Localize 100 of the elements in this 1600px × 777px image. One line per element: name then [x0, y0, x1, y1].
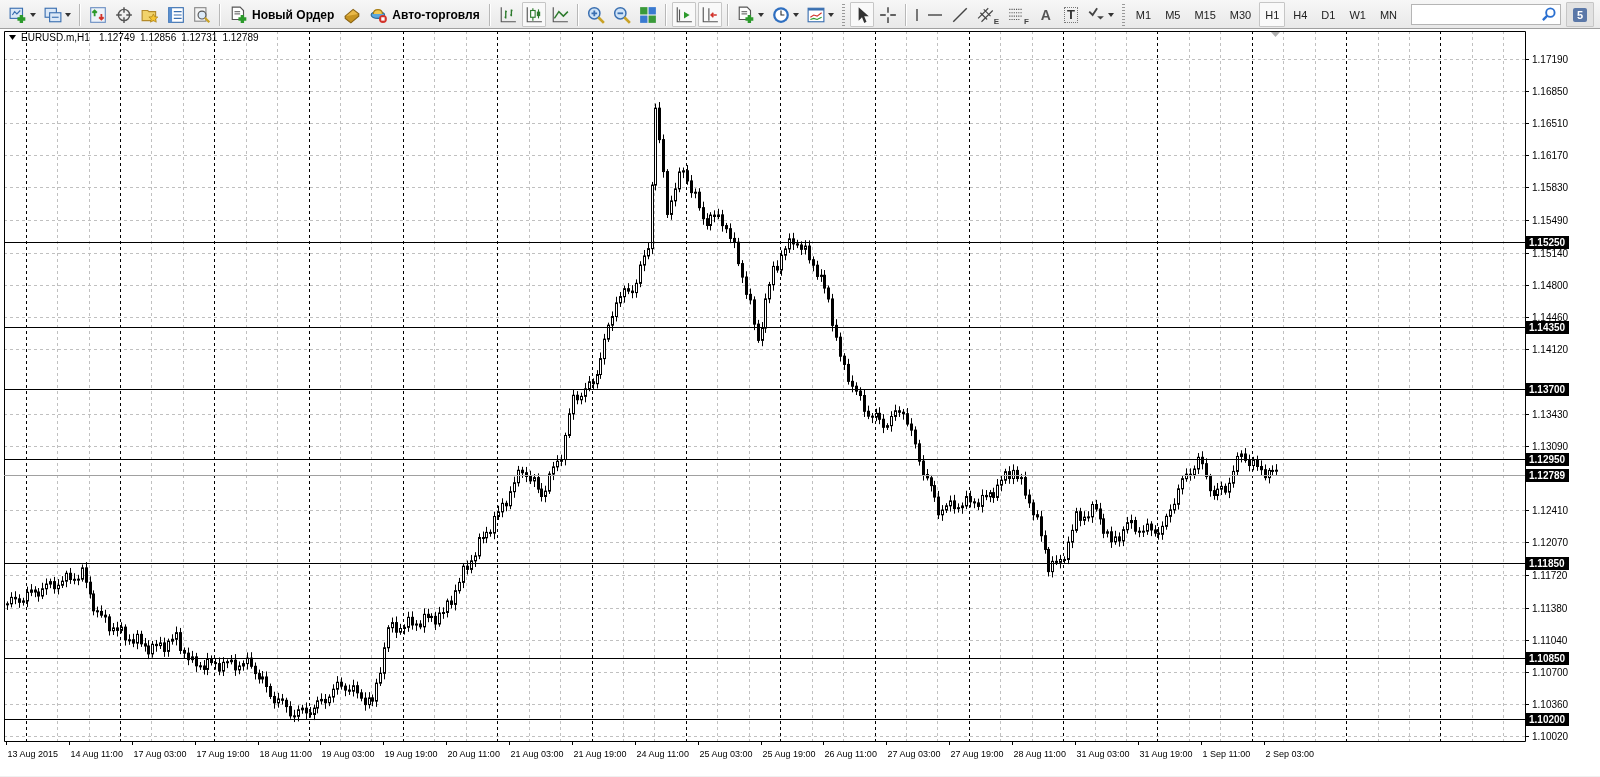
time-tick-label: 21 Aug 19:00 [573, 749, 627, 759]
tick-mark [1524, 510, 1530, 511]
time-tick-label: 2 Sep 03:00 [1265, 749, 1315, 759]
arrows-icon [89, 5, 107, 24]
caret-icon [30, 12, 36, 17]
tick-mark [1524, 220, 1530, 221]
tick-mark [1524, 285, 1530, 286]
quote-value: 1.12789 [222, 32, 259, 43]
tick-mark [1524, 575, 1530, 576]
tick-mark [1524, 640, 1530, 641]
toolbar-button[interactable] [849, 2, 874, 27]
list-window-icon [167, 5, 185, 24]
tick-mark [1524, 317, 1530, 318]
time-tick-label: 17 Aug 19:00 [196, 749, 250, 759]
price-label: 1.12789 [1526, 469, 1569, 482]
price-tick-label: 1.17190 [1532, 54, 1569, 65]
tick-mark [6, 740, 7, 746]
search-field[interactable] [1411, 4, 1561, 25]
toolbar-button[interactable]: Новый Ордер [226, 2, 339, 27]
time-tick-label: 24 Aug 11:00 [636, 749, 689, 759]
time-tick-label: 28 Aug 11:00 [1013, 749, 1066, 759]
chat-button[interactable]: 5 [1566, 2, 1594, 27]
price-tick-label: 1.12070 [1532, 537, 1569, 548]
tick-mark [1012, 740, 1013, 746]
price-tick-label: 1.13430 [1532, 409, 1569, 420]
toolbar-grip[interactable] [1121, 3, 1125, 26]
tick-mark [1524, 608, 1530, 609]
time-tick-label: 13 Aug 2015 [7, 749, 59, 759]
caret-icon [757, 12, 764, 17]
timeframe-tab[interactable]: H4 [1287, 2, 1314, 27]
timeframe-tab[interactable]: M15 [1188, 2, 1222, 27]
toolbar-button[interactable]: A [1033, 2, 1058, 27]
tick-mark [949, 740, 950, 746]
timeframe-tab[interactable]: M30 [1223, 2, 1258, 27]
price-tick-label: 1.10020 [1532, 731, 1569, 742]
dropdown-triangle-icon[interactable] [9, 35, 16, 40]
tick-mark [1524, 704, 1530, 705]
trend-line-icon [950, 5, 969, 24]
time-tick-label: 14 Aug 11:00 [70, 749, 123, 759]
windows-icon [44, 5, 62, 24]
line-chart-icon [550, 5, 569, 24]
tick-mark [1524, 446, 1530, 447]
bar-chart-icon [498, 5, 517, 24]
tick-mark [823, 740, 824, 746]
tick-mark [1524, 542, 1530, 543]
clock-icon [771, 5, 790, 24]
timeframe-tab[interactable]: M5 [1159, 2, 1187, 27]
price-label: 1.14350 [1526, 321, 1569, 334]
price-tick-label: 1.14460 [1532, 312, 1569, 323]
icon-letter: E [993, 17, 999, 26]
tick-mark [1524, 91, 1530, 92]
toolbar-grip[interactable] [841, 3, 845, 26]
time-tick-label: 19 Aug 19:00 [384, 749, 438, 759]
tick-mark [886, 740, 887, 746]
timeframe-tab[interactable]: D1 [1315, 2, 1342, 27]
icon-letter: F [1024, 17, 1029, 26]
tick-mark [1201, 740, 1202, 746]
toolbar-button[interactable]: E [973, 2, 1002, 27]
tick-mark [761, 740, 762, 746]
magnifier-icon [193, 5, 211, 24]
tick-mark [1264, 740, 1265, 746]
price-label: 1.10200 [1526, 713, 1569, 726]
toolbar-button[interactable]: T [1063, 6, 1078, 23]
price-tick-label: 1.16170 [1532, 150, 1569, 161]
crosshair-icon [115, 5, 133, 24]
timeframe-tab[interactable]: H1 [1259, 2, 1286, 27]
tick-mark [446, 740, 447, 746]
time-tick-label: 27 Aug 03:00 [887, 749, 941, 759]
time-tick-label: 20 Aug 11:00 [447, 749, 500, 759]
zoom-in-icon [586, 5, 605, 24]
timeframe-tab[interactable]: MN [1373, 2, 1403, 27]
tick-mark [1524, 187, 1530, 188]
shift-marker-icon[interactable] [1271, 32, 1280, 37]
price-tick-label: 1.14120 [1532, 344, 1569, 355]
toolbar-button[interactable]: F [1004, 2, 1032, 27]
timeframe-tab[interactable]: W1 [1343, 2, 1372, 27]
timeframe-tab[interactable]: M1 [1129, 2, 1158, 27]
time-tick-label: 31 Aug 03:00 [1076, 749, 1130, 759]
price-tick-label: 1.15490 [1532, 215, 1569, 226]
toolbar-button[interactable] [521, 2, 546, 27]
price-label: 1.15250 [1526, 236, 1569, 249]
tick-mark [320, 740, 321, 746]
quote-value: 1.12856 [140, 32, 177, 43]
tick-mark [698, 740, 699, 746]
time-tick-label: 26 Aug 11:00 [824, 749, 877, 759]
channel-icon [976, 5, 995, 24]
tick-mark [383, 740, 384, 746]
tick-mark [1075, 740, 1076, 746]
price-tick-label: 1.14800 [1532, 280, 1569, 291]
crosshair-lines-icon [878, 5, 897, 24]
document-plus-icon [736, 5, 755, 24]
toolbar-button[interactable]: Авто-торговля [366, 2, 484, 27]
tick-mark [258, 740, 259, 746]
price-tick-label: 1.12410 [1532, 505, 1569, 516]
caret-icon [65, 12, 71, 17]
price-label: 1.12950 [1526, 453, 1569, 466]
price-tick-label: 1.16510 [1532, 118, 1569, 129]
price-label: 1.10850 [1526, 652, 1569, 665]
tick-mark [69, 740, 70, 746]
tick-mark [1524, 253, 1530, 254]
